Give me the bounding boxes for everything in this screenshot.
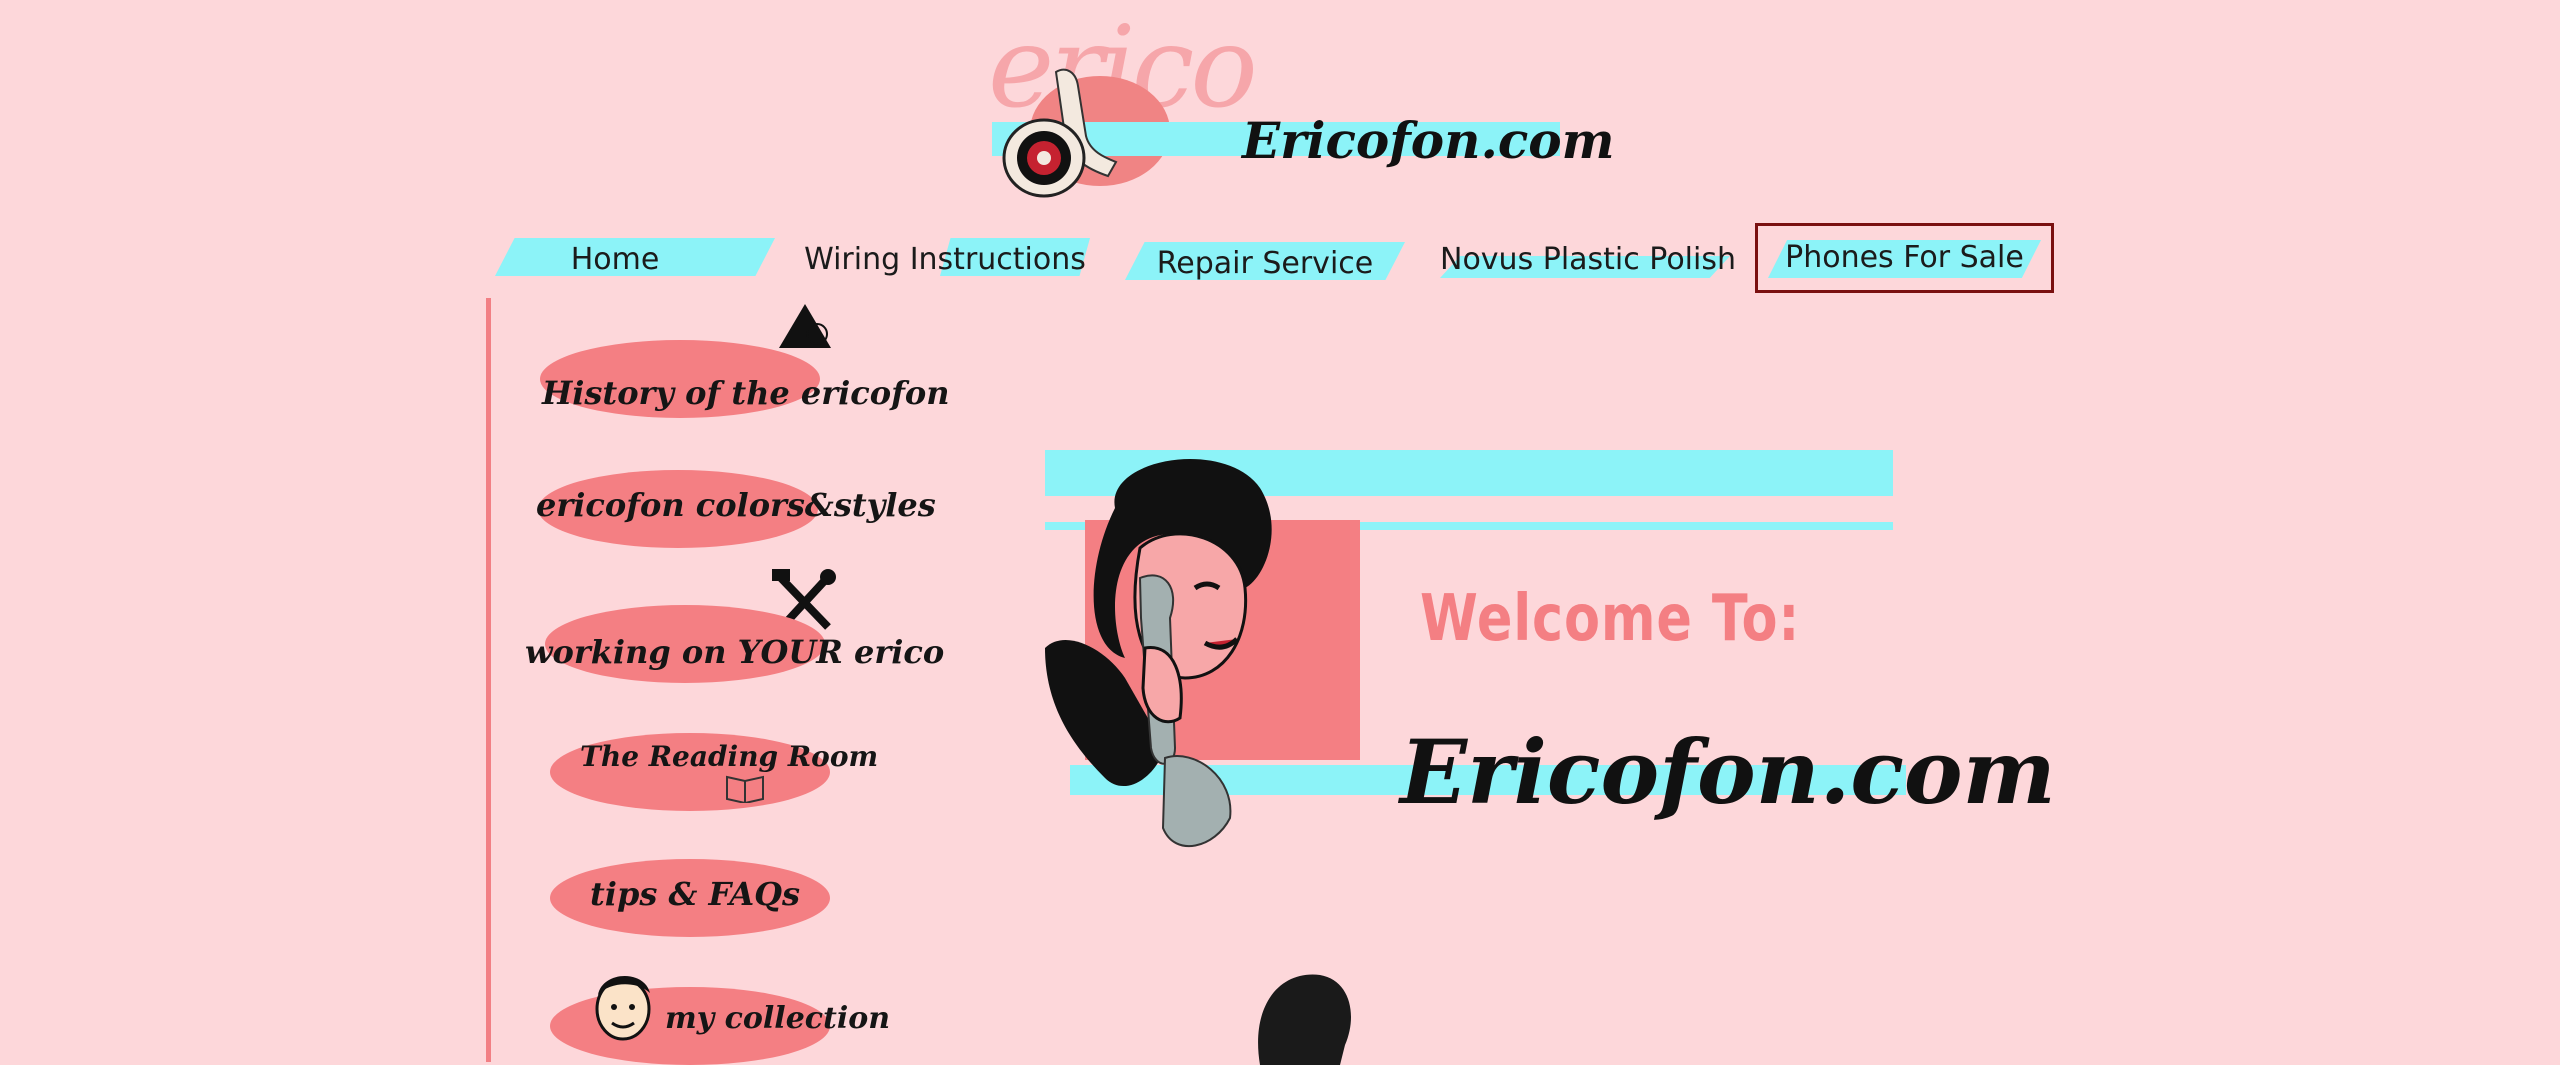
nav-phones-for-sale[interactable]: Phones For Sale <box>1755 223 2054 293</box>
nav-novus-label: Novus Plastic Polish <box>1440 242 1736 277</box>
logo-text: Ericofon.com <box>1242 111 1615 170</box>
triangle-icon <box>779 304 831 348</box>
silhouette-head-illustration <box>1258 974 1352 1065</box>
nav-home[interactable]: Home <box>495 232 775 284</box>
hero-brand-text: Ericofon.com <box>1400 720 2056 824</box>
site-logo[interactable]: erico Ericofon.com <box>980 12 1615 198</box>
left-rule <box>486 298 491 1062</box>
side-item-tips-faqs[interactable]: tips & FAQs <box>520 855 860 945</box>
nav-wiring-instructions[interactable]: Wiring Instructions <box>800 232 1090 284</box>
book-icon <box>726 775 764 803</box>
retro-woman-phone-illustration <box>1045 459 1272 847</box>
nav-wiring-label: Wiring Instructions <box>804 242 1086 277</box>
side-item-history[interactable]: History of the ericofon <box>520 300 950 430</box>
nav-phones-label: Phones For Sale <box>1785 240 2024 275</box>
side-item-reading-room[interactable]: The Reading Room <box>520 725 878 820</box>
nav-novus-plastic-polish[interactable]: Novus Plastic Polish <box>1440 232 1736 284</box>
nav-repair-label: Repair Service <box>1156 246 1374 281</box>
side-item-label: ericofon colors&styles <box>536 486 936 524</box>
welcome-heading: Welcome To: <box>1420 582 1801 656</box>
nav-repair-service[interactable]: Repair Service <box>1125 236 1405 288</box>
side-item-my-collection[interactable]: my collection <box>520 965 890 1065</box>
nav-home-label: Home <box>570 242 660 277</box>
side-item-label: my collection <box>665 1001 891 1036</box>
side-item-working-on-your-erico[interactable]: working on YOUR erico <box>520 565 944 685</box>
face-icon <box>595 975 651 1041</box>
side-item-label: tips & FAQs <box>590 875 801 913</box>
side-item-colors-styles[interactable]: ericofon colors&styles <box>520 470 936 560</box>
side-item-label: History of the ericofon <box>542 374 950 412</box>
side-item-label: working on YOUR erico <box>525 633 945 671</box>
ericofon-phone-icon <box>1002 68 1118 198</box>
side-item-label: The Reading Room <box>580 740 879 773</box>
